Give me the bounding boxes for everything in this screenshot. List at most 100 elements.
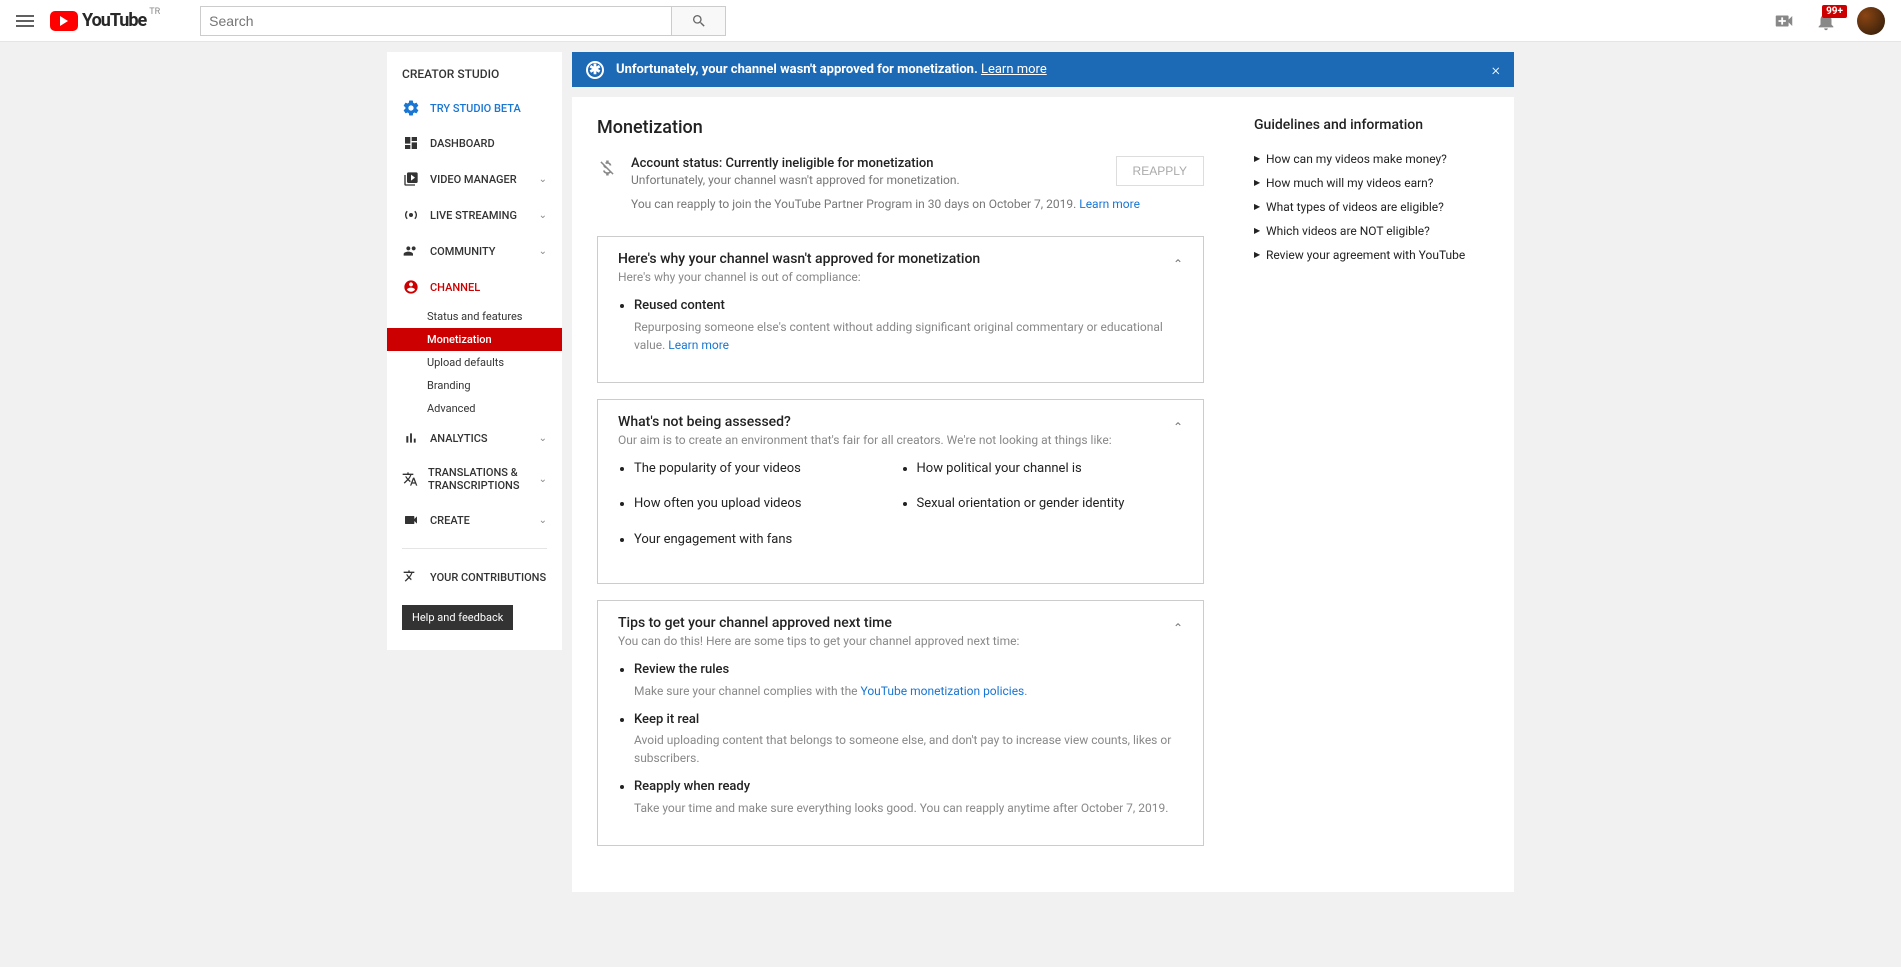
sidebar-label: TRANSLATIONS & TRANSCRIPTIONS <box>428 466 539 492</box>
country-code: TR <box>149 7 160 17</box>
gear-icon <box>402 99 420 117</box>
sidebar-label: DASHBOARD <box>430 137 495 150</box>
translate-icon <box>403 569 419 585</box>
guideline-link[interactable]: What types of videos are eligible? <box>1254 195 1489 219</box>
guideline-link[interactable]: How can my videos make money? <box>1254 147 1489 171</box>
chevron-down-icon: ⌄ <box>539 210 547 221</box>
avatar[interactable] <box>1857 7 1885 35</box>
card-title: Tips to get your channel approved next t… <box>618 615 1019 631</box>
guideline-link[interactable]: Which videos are NOT eligible? <box>1254 219 1489 243</box>
broadcast-icon <box>403 207 419 223</box>
upload-button[interactable] <box>1773 10 1795 32</box>
sidebar-label: LIVE STREAMING <box>430 209 517 222</box>
logo-text: YouTube <box>82 10 146 31</box>
header: YouTube TR 99+ <box>0 0 1901 42</box>
dashboard-icon <box>403 135 419 151</box>
beta-label: TRY STUDIO BETA <box>430 102 521 115</box>
sub-status-features[interactable]: Status and features <box>387 305 562 328</box>
sidebar-item-community[interactable]: COMMUNITY ⌄ <box>387 233 562 269</box>
reapply-text: You can reapply to join the YouTube Part… <box>631 197 1076 211</box>
tip-desc: Take your time and make sure everything … <box>634 799 1183 817</box>
guideline-link[interactable]: How much will my videos earn? <box>1254 171 1489 195</box>
sidebar-label: ANALYTICS <box>430 432 488 445</box>
search-form <box>200 6 726 36</box>
card-not-approved-reason: Here's why your channel wasn't approved … <box>597 236 1204 383</box>
reapply-button[interactable]: REAPPLY <box>1116 156 1204 186</box>
tip-title: Review the rules <box>634 662 729 677</box>
list-item: The popularity of your videos <box>634 459 901 479</box>
list-item: How often you upload videos <box>634 494 901 514</box>
guidelines-title: Guidelines and information <box>1254 117 1489 133</box>
sidebar-label: CHANNEL <box>430 281 480 294</box>
translate-icon <box>402 471 418 487</box>
reason-title: Reused content <box>634 298 725 313</box>
chevron-down-icon: ⌄ <box>539 474 547 485</box>
notifications-badge: 99+ <box>1822 5 1847 18</box>
youtube-play-icon <box>50 11 78 31</box>
people-icon <box>403 243 419 259</box>
hamburger-menu-icon[interactable] <box>16 15 34 27</box>
page-title: Monetization <box>597 117 1204 138</box>
search-button[interactable] <box>672 6 726 36</box>
sub-branding[interactable]: Branding <box>387 374 562 397</box>
sidebar: CREATOR STUDIO TRY STUDIO BETA DASHBOARD… <box>387 52 562 650</box>
chevron-up-icon[interactable]: ⌃ <box>1173 615 1183 635</box>
card-subtitle: Here's why your channel is out of compli… <box>618 270 980 284</box>
video-plus-icon <box>1773 10 1795 32</box>
monetization-policies-link[interactable]: YouTube monetization policies <box>861 684 1025 698</box>
sidebar-item-dashboard[interactable]: DASHBOARD <box>387 125 562 161</box>
sub-monetization[interactable]: Monetization <box>387 328 562 351</box>
card-tips: Tips to get your channel approved next t… <box>597 600 1204 846</box>
sidebar-item-video-manager[interactable]: VIDEO MANAGER ⌄ <box>387 161 562 197</box>
list-item: Sexual orientation or gender identity <box>917 494 1184 514</box>
help-feedback-button[interactable]: Help and feedback <box>402 605 513 630</box>
tip-desc-pre: Make sure your channel complies with the <box>634 684 861 698</box>
film-icon <box>403 171 419 187</box>
card-title: Here's why your channel wasn't approved … <box>618 251 980 267</box>
sidebar-item-contributions[interactable]: YOUR CONTRIBUTIONS <box>387 559 562 595</box>
chevron-up-icon[interactable]: ⌃ <box>1173 251 1183 271</box>
sidebar-item-translations[interactable]: TRANSLATIONS & TRANSCRIPTIONS ⌄ <box>387 456 562 502</box>
chevron-down-icon: ⌄ <box>539 174 547 185</box>
guideline-link[interactable]: Review your agreement with YouTube <box>1254 243 1489 267</box>
reapply-learn-more-link[interactable]: Learn more <box>1079 197 1140 211</box>
logo[interactable]: YouTube TR <box>50 10 160 31</box>
try-studio-beta[interactable]: TRY STUDIO BETA <box>387 91 562 125</box>
list-item: How political your channel is <box>917 459 1184 479</box>
no-money-icon <box>597 158 617 178</box>
sidebar-item-analytics[interactable]: ANALYTICS ⌄ <box>387 420 562 456</box>
guidelines-panel: Guidelines and information How can my vi… <box>1229 97 1514 892</box>
asterisk-icon: ✱ <box>586 61 604 79</box>
alert-banner: ✱ Unfortunately, your channel wasn't app… <box>572 52 1514 87</box>
list-item: Your engagement with fans <box>634 530 901 550</box>
reason-learn-more-link[interactable]: Learn more <box>668 338 729 352</box>
sub-advanced[interactable]: Advanced <box>387 397 562 420</box>
notifications-button[interactable]: 99+ <box>1815 10 1837 32</box>
sidebar-title: CREATOR STUDIO <box>387 67 562 91</box>
chevron-up-icon[interactable]: ⌃ <box>1173 414 1183 434</box>
sidebar-label: VIDEO MANAGER <box>430 173 517 186</box>
status-title: Account status: Currently ineligible for… <box>631 156 1106 171</box>
sidebar-label: YOUR CONTRIBUTIONS <box>430 571 546 584</box>
card-not-assessed: What's not being assessed? Our aim is to… <box>597 399 1204 585</box>
chevron-down-icon: ⌄ <box>539 515 547 526</box>
chevron-down-icon: ⌄ <box>539 246 547 257</box>
search-icon <box>691 13 707 29</box>
banner-learn-more-link[interactable]: Learn more <box>981 62 1047 77</box>
chart-icon <box>403 430 419 446</box>
tip-desc-post: . <box>1024 684 1027 698</box>
sidebar-label: COMMUNITY <box>430 245 495 258</box>
card-subtitle: Our aim is to create an environment that… <box>618 433 1112 447</box>
tip-desc: Avoid uploading content that belongs to … <box>634 731 1183 767</box>
sidebar-item-live-streaming[interactable]: LIVE STREAMING ⌄ <box>387 197 562 233</box>
tip-title: Keep it real <box>634 712 699 727</box>
camera-icon <box>403 512 419 528</box>
card-title: What's not being assessed? <box>618 414 1112 430</box>
close-icon[interactable]: × <box>1492 60 1500 79</box>
sidebar-item-create[interactable]: CREATE ⌄ <box>387 502 562 538</box>
banner-text: Unfortunately, your channel wasn't appro… <box>616 62 978 77</box>
search-input[interactable] <box>200 6 672 36</box>
sub-upload-defaults[interactable]: Upload defaults <box>387 351 562 374</box>
sidebar-label: CREATE <box>430 514 470 527</box>
sidebar-item-channel[interactable]: CHANNEL <box>387 269 562 305</box>
